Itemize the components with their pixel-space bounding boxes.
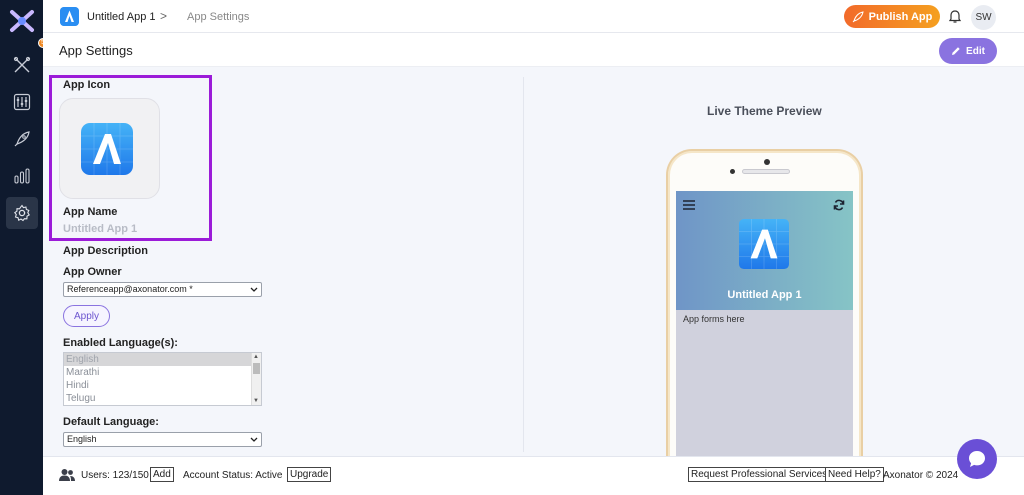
language-option[interactable]: Hindi: [64, 379, 261, 392]
sidebar-item-app-settings[interactable]: [6, 197, 38, 229]
scroll-down-arrow-icon[interactable]: ▼: [253, 398, 259, 404]
settings-content: App Icon App Name Untitled App 1 App Des…: [43, 67, 1024, 459]
page-header: App Settings Edit: [43, 33, 1024, 67]
phone-screen: Untitled App 1 App forms here: [676, 191, 853, 459]
account-status: Account Status: Active: [183, 470, 283, 481]
default-language-value: English: [67, 434, 97, 444]
app-name-label: App Name: [63, 206, 118, 218]
edit-button[interactable]: Edit: [939, 38, 997, 64]
axonator-logo[interactable]: [9, 9, 35, 33]
scroll-up-arrow-icon[interactable]: ▲: [253, 354, 259, 360]
copyright-text: Axonator © 2024: [883, 470, 959, 481]
language-option[interactable]: Marathi: [64, 366, 261, 379]
enabled-languages-list[interactable]: English Marathi Hindi Telugu ▲ ▼: [63, 352, 262, 406]
preview-body-text: App forms here: [683, 314, 745, 324]
app-owner-select[interactable]: Referenceapp@axonator.com *: [63, 282, 262, 297]
page-title: App Settings: [59, 43, 133, 58]
hamburger-menu-icon: [683, 200, 695, 210]
default-language-select[interactable]: English: [63, 432, 262, 447]
refresh-icon: [833, 199, 845, 211]
languages-scrollbar[interactable]: ▲ ▼: [251, 353, 261, 405]
enabled-languages-label: Enabled Language(s):: [63, 337, 178, 349]
breadcrumb-separator: >: [160, 9, 168, 23]
bell-icon[interactable]: [947, 8, 963, 24]
sidebar: 5: [0, 0, 48, 495]
scrollbar-thumb[interactable]: [253, 363, 260, 374]
add-users-button[interactable]: Add: [150, 467, 174, 482]
app-name-value[interactable]: Untitled App 1: [63, 223, 137, 235]
chat-bubble-icon: [969, 451, 985, 467]
phone-speaker: [742, 169, 790, 174]
users-count: Users: 123/150: [81, 470, 149, 481]
edit-label: Edit: [966, 45, 985, 57]
language-option[interactable]: Telugu: [64, 392, 261, 405]
app-description-label: App Description: [63, 245, 148, 257]
apply-button[interactable]: Apply: [63, 305, 110, 327]
rocket-icon: [14, 131, 30, 147]
phone-sensor: [730, 169, 735, 174]
sidebar-item-analytics[interactable]: [6, 160, 38, 192]
need-help-button[interactable]: Need Help?: [825, 467, 884, 482]
phone-camera: [764, 159, 770, 165]
chevron-down-icon: [250, 437, 258, 442]
preview-app-icon: [739, 219, 789, 269]
preview-app-header: Untitled App 1: [676, 191, 853, 310]
app-badge-icon[interactable]: [60, 7, 79, 26]
upgrade-button[interactable]: Upgrade: [287, 467, 332, 482]
live-theme-preview-title: Live Theme Preview: [707, 104, 822, 118]
user-avatar[interactable]: SW: [971, 5, 996, 30]
chat-support-button[interactable]: [957, 439, 997, 479]
gear-icon: [14, 204, 30, 222]
app-root: 5: [0, 0, 1024, 495]
preview-app-name: Untitled App 1: [727, 289, 802, 301]
bar-chart-icon: [14, 168, 30, 184]
request-professional-services-button[interactable]: Request Professional Services: [688, 467, 831, 482]
language-option[interactable]: English: [64, 353, 261, 366]
breadcrumb-current-page: App Settings: [187, 11, 250, 23]
sliders-icon: [13, 93, 31, 111]
publish-app-button[interactable]: Publish App: [844, 5, 940, 28]
sidebar-item-settings-sliders[interactable]: [6, 86, 38, 118]
chevron-down-icon: [250, 287, 258, 292]
app-owner-value: Referenceapp@axonator.com *: [67, 284, 193, 294]
rocket-icon: [852, 10, 864, 22]
app-owner-label: App Owner: [63, 266, 122, 278]
sidebar-item-tools[interactable]: [6, 49, 38, 81]
sidebar-item-publish[interactable]: [6, 123, 38, 155]
footer: Users: 123/150 Add Account Status: Activ…: [43, 456, 1024, 495]
panel-divider: [523, 77, 524, 452]
pencil-icon: [952, 47, 960, 55]
tools-icon: [13, 56, 31, 73]
breadcrumb-app-name[interactable]: Untitled App 1: [87, 11, 156, 23]
default-language-label: Default Language:: [63, 416, 159, 428]
publish-app-label: Publish App: [868, 10, 933, 23]
top-bar: Untitled App 1 > App Settings Publish Ap…: [43, 0, 1024, 33]
users-icon: [59, 469, 75, 481]
phone-mockup: Untitled App 1 App forms here: [666, 149, 863, 459]
